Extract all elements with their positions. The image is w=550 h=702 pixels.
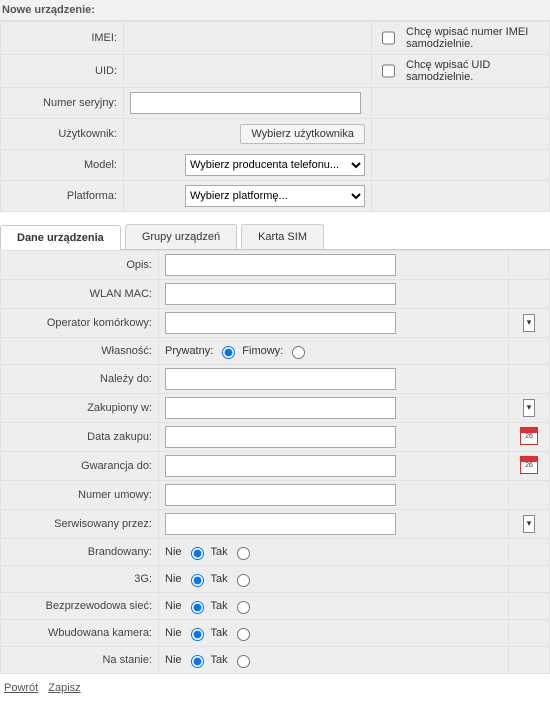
- uid-cell: [124, 55, 372, 88]
- imei-manual-checkbox[interactable]: [382, 31, 395, 45]
- platform-label: Platforma:: [1, 181, 124, 212]
- wifi-no-label: Nie: [165, 600, 182, 612]
- ownership-private-label: Prywatny:: [165, 345, 213, 357]
- imei-cell: [124, 22, 372, 55]
- stock-no-radio[interactable]: [191, 655, 204, 668]
- bought-label: Zakupiony w:: [1, 394, 159, 423]
- operator-input[interactable]: [165, 312, 396, 334]
- choose-user-button[interactable]: Wybierz użytkownika: [240, 124, 365, 144]
- operator-dropdown-icon[interactable]: ▾: [523, 314, 535, 332]
- page-title: Nowe urządzenie:: [0, 0, 550, 21]
- uid-label: UID:: [1, 55, 124, 88]
- wifi-label: Bezprzewodowa sieć:: [1, 593, 159, 620]
- purchase-date-calendar-icon[interactable]: [520, 427, 538, 445]
- stock-yes-label: Tak: [211, 654, 228, 666]
- serviced-dropdown-icon[interactable]: ▾: [523, 515, 535, 533]
- serviced-label: Serwisowany przez:: [1, 510, 159, 539]
- branded-yes-label: Tak: [211, 546, 228, 558]
- purchase-date-input[interactable]: [165, 426, 396, 448]
- platform-select[interactable]: Wybierz platformę...: [185, 185, 365, 207]
- belongs-input[interactable]: [165, 368, 396, 390]
- wlan-label: WLAN MAC:: [1, 280, 159, 309]
- g3-yes-label: Tak: [211, 573, 228, 585]
- wifi-yes-label: Tak: [211, 600, 228, 612]
- ownership-company-radio[interactable]: [292, 346, 305, 359]
- imei-label: IMEI:: [1, 22, 124, 55]
- model-label: Model:: [1, 150, 124, 181]
- stock-yes-radio[interactable]: [237, 655, 250, 668]
- wifi-yes-radio[interactable]: [237, 601, 250, 614]
- wifi-no-radio[interactable]: [191, 601, 204, 614]
- tabs: Dane urządzenia Grupy urządzeń Karta SIM: [0, 224, 550, 250]
- camera-yes-radio[interactable]: [237, 628, 250, 641]
- contract-input[interactable]: [165, 484, 396, 506]
- desc-input[interactable]: [165, 254, 396, 276]
- details-form: Opis: WLAN MAC: Operator komórkowy: ▾ Wł…: [0, 250, 550, 674]
- save-link[interactable]: Zapisz: [48, 682, 80, 694]
- belongs-label: Należy do:: [1, 365, 159, 394]
- warranty-label: Gwarancja do:: [1, 452, 159, 481]
- tab-device-data[interactable]: Dane urządzenia: [0, 225, 121, 250]
- operator-label: Operator komórkowy:: [1, 309, 159, 338]
- ownership-label: Własność:: [1, 338, 159, 365]
- g3-no-radio[interactable]: [191, 574, 204, 587]
- ownership-company-label: Fimowy:: [242, 345, 283, 357]
- back-link[interactable]: Powrót: [4, 682, 38, 694]
- desc-label: Opis:: [1, 251, 159, 280]
- serial-label: Numer seryjny:: [1, 88, 124, 119]
- purchase-date-label: Data zakupu:: [1, 423, 159, 452]
- stock-label: Na stanie:: [1, 647, 159, 674]
- serviced-input[interactable]: [165, 513, 396, 535]
- uid-manual-label: Chcę wpisać UID samodzielnie.: [406, 59, 543, 83]
- uid-manual-checkbox[interactable]: [382, 64, 395, 78]
- bought-input[interactable]: [165, 397, 396, 419]
- g3-yes-radio[interactable]: [237, 574, 250, 587]
- branded-no-label: Nie: [165, 546, 182, 558]
- contract-label: Numer umowy:: [1, 481, 159, 510]
- g3-label: 3G:: [1, 566, 159, 593]
- wlan-input[interactable]: [165, 283, 396, 305]
- user-label: Użytkownik:: [1, 119, 124, 150]
- serial-input[interactable]: [130, 92, 361, 114]
- warranty-calendar-icon[interactable]: [520, 456, 538, 474]
- tab-device-groups[interactable]: Grupy urządzeń: [125, 224, 237, 249]
- ownership-private-radio[interactable]: [222, 346, 235, 359]
- camera-label: Wbudowana kamera:: [1, 620, 159, 647]
- branded-yes-radio[interactable]: [237, 547, 250, 560]
- bought-dropdown-icon[interactable]: ▾: [523, 399, 535, 417]
- g3-no-label: Nie: [165, 573, 182, 585]
- camera-yes-label: Tak: [211, 627, 228, 639]
- top-form: IMEI: Chcę wpisać numer IMEI samodzielni…: [0, 21, 550, 212]
- camera-no-label: Nie: [165, 627, 182, 639]
- tab-sim-card[interactable]: Karta SIM: [241, 224, 324, 249]
- footer: Powrót Zapisz: [0, 674, 550, 702]
- branded-label: Brandowany:: [1, 539, 159, 566]
- camera-no-radio[interactable]: [191, 628, 204, 641]
- imei-manual-label: Chcę wpisać numer IMEI samodzielnie.: [406, 26, 543, 50]
- branded-no-radio[interactable]: [191, 547, 204, 560]
- warranty-input[interactable]: [165, 455, 396, 477]
- stock-no-label: Nie: [165, 654, 182, 666]
- model-select[interactable]: Wybierz producenta telefonu...: [185, 154, 365, 176]
